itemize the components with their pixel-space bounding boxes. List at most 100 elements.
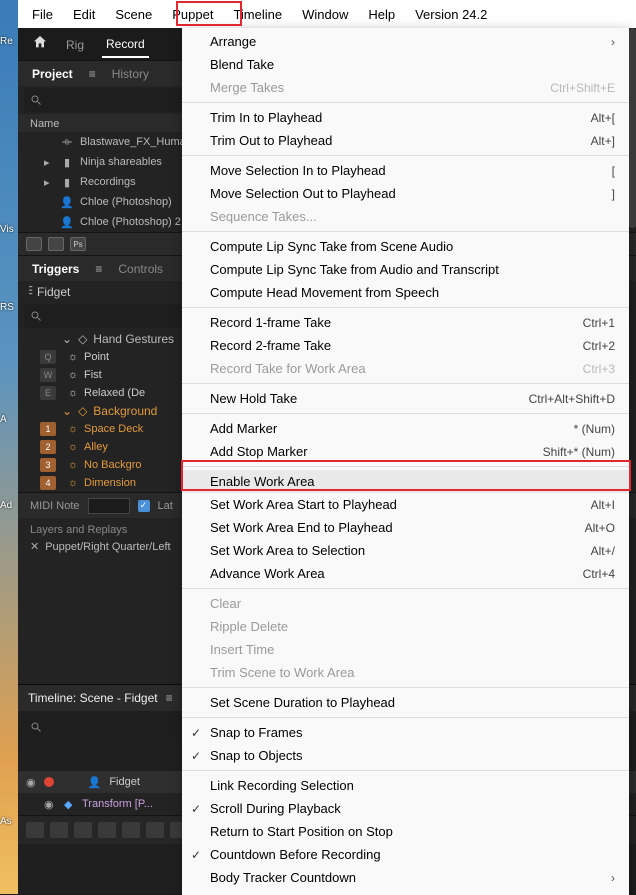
eye-icon[interactable] <box>26 822 44 838</box>
timer-icon[interactable] <box>74 822 92 838</box>
menu-item-label: Set Work Area End to Playhead <box>210 520 585 535</box>
dropdown-scrollbar[interactable] <box>629 28 636 228</box>
panel-menu-icon[interactable]: ≡ <box>89 67 96 81</box>
menu-item-clear: Clear <box>182 592 629 615</box>
home-icon[interactable] <box>32 34 48 55</box>
menu-item-compute-head-movement-from-speech[interactable]: Compute Head Movement from Speech <box>182 281 629 304</box>
menu-item-add-stop-marker[interactable]: Add Stop MarkerShift+* (Num) <box>182 440 629 463</box>
panel-menu-icon[interactable]: ≡ <box>166 691 173 705</box>
menu-item-compute-lip-sync-take-from-scene-audio[interactable]: Compute Lip Sync Take from Scene Audio <box>182 235 629 258</box>
menu-item-add-marker[interactable]: Add Marker* (Num) <box>182 417 629 440</box>
trigger-icon: ☼ <box>66 387 80 399</box>
menu-puppet[interactable]: Puppet <box>162 3 223 26</box>
controls-tab[interactable]: Controls <box>118 262 163 276</box>
menu-item-arrange[interactable]: Arrange› <box>182 30 629 53</box>
submenu-arrow-icon: › <box>611 871 615 885</box>
frame-icon[interactable] <box>48 237 64 251</box>
menu-item-blend-take[interactable]: Blend Take <box>182 53 629 76</box>
menu-separator <box>182 717 629 718</box>
menu-item-label: Return to Start Position on Stop <box>210 824 615 839</box>
menu-item-countdown-before-recording[interactable]: Countdown Before Recording <box>182 843 629 866</box>
menu-item-label: Snap to Frames <box>210 725 615 740</box>
swap-icon[interactable]: ⫶⫶⫶ <box>28 284 31 299</box>
puppet-icon: 👤 <box>60 216 74 229</box>
disclosure-icon[interactable]: ▸ <box>44 156 54 169</box>
menu-item-set-work-area-end-to-playhead[interactable]: Set Work Area End to PlayheadAlt+O <box>182 516 629 539</box>
triggers-tab[interactable]: Triggers <box>32 262 79 276</box>
menu-file[interactable]: File <box>22 3 63 26</box>
close-icon[interactable]: ✕ <box>30 540 39 553</box>
menu-edit[interactable]: Edit <box>63 3 105 26</box>
menu-item-compute-lip-sync-take-from-audio-and-transcript[interactable]: Compute Lip Sync Take from Audio and Tra… <box>182 258 629 281</box>
disclosure-icon[interactable]: ▸ <box>44 176 54 189</box>
trigger-key[interactable]: 1 <box>40 422 56 436</box>
group-icon: ◇ <box>78 332 87 346</box>
menu-item-label: Merge Takes <box>210 80 550 95</box>
menu-item-move-selection-out-to-playhead[interactable]: Move Selection Out to Playhead] <box>182 182 629 205</box>
project-tab[interactable]: Project <box>32 67 73 81</box>
menu-item-set-work-area-to-selection[interactable]: Set Work Area to SelectionAlt+/ <box>182 539 629 562</box>
history-tab[interactable]: History <box>112 67 149 81</box>
record-arm-icon[interactable] <box>44 777 54 787</box>
film-icon[interactable] <box>26 237 42 251</box>
trigger-label: No Backgro <box>84 459 141 471</box>
menu-window[interactable]: Window <box>292 3 358 26</box>
menu-item-snap-to-frames[interactable]: Snap to Frames <box>182 721 629 744</box>
mode-tab-rig[interactable]: Rig <box>62 32 88 57</box>
tool-icon[interactable] <box>146 822 164 838</box>
menu-item-label: Clear <box>210 596 615 611</box>
menu-item-record-take-for-work-area: Record Take for Work AreaCtrl+3 <box>182 357 629 380</box>
chevron-down-icon[interactable]: ⌄ <box>62 404 72 418</box>
blend-icon[interactable] <box>50 822 68 838</box>
menu-help[interactable]: Help <box>358 3 405 26</box>
menu-shortcut: Alt+I <box>591 498 615 512</box>
menu-separator <box>182 307 629 308</box>
menu-item-return-to-start-position-on-stop[interactable]: Return to Start Position on Stop <box>182 820 629 843</box>
trigger-key[interactable]: W <box>40 368 56 382</box>
menu-timeline[interactable]: Timeline <box>223 3 292 26</box>
tool-icon[interactable] <box>122 822 140 838</box>
menu-separator <box>182 687 629 688</box>
menu-scene[interactable]: Scene <box>105 3 162 26</box>
menu-item-label: Set Work Area Start to Playhead <box>210 497 591 512</box>
menu-item-move-selection-in-to-playhead[interactable]: Move Selection In to Playhead[ <box>182 159 629 182</box>
menu-shortcut: ] <box>612 187 615 201</box>
trigger-key[interactable]: 3 <box>40 458 56 472</box>
menu-item-link-recording-selection[interactable]: Link Recording Selection <box>182 774 629 797</box>
visibility-icon[interactable]: ◉ <box>44 798 54 811</box>
menu-item-record-2-frame-take[interactable]: Record 2-frame TakeCtrl+2 <box>182 334 629 357</box>
menu-item-set-work-area-start-to-playhead[interactable]: Set Work Area Start to PlayheadAlt+I <box>182 493 629 516</box>
Ps-icon[interactable]: Ps <box>70 237 86 251</box>
menu-item-label: Add Marker <box>210 421 574 436</box>
midi-slot[interactable] <box>88 498 130 514</box>
trigger-key[interactable]: E <box>40 386 56 400</box>
menu-item-trim-in-to-playhead[interactable]: Trim In to PlayheadAlt+[ <box>182 106 629 129</box>
menu-item-set-scene-duration-to-playhead[interactable]: Set Scene Duration to Playhead <box>182 691 629 714</box>
subtrack-label: Transform [P... <box>82 798 153 810</box>
trigger-key[interactable]: Q <box>40 350 56 364</box>
menu-item-trim-out-to-playhead[interactable]: Trim Out to PlayheadAlt+] <box>182 129 629 152</box>
desktop-icon-label: Re <box>0 36 13 47</box>
menu-item-snap-to-objects[interactable]: Snap to Objects <box>182 744 629 767</box>
menu-item-enable-work-area[interactable]: Enable Work Area <box>182 470 629 493</box>
trigger-label: Alley <box>84 441 108 453</box>
chart-icon[interactable] <box>98 822 116 838</box>
chevron-down-icon[interactable]: ⌄ <box>62 332 72 346</box>
menu-version-24-2[interactable]: Version 24.2 <box>405 3 497 26</box>
menu-item-advance-work-area[interactable]: Advance Work AreaCtrl+4 <box>182 562 629 585</box>
trigger-label: Space Deck <box>84 423 143 435</box>
search-icon <box>30 310 42 322</box>
menu-item-new-hold-take[interactable]: New Hold TakeCtrl+Alt+Shift+D <box>182 387 629 410</box>
menu-item-label: Link Recording Selection <box>210 778 615 793</box>
menu-item-label: Set Work Area to Selection <box>210 543 591 558</box>
latch-checkbox[interactable]: ✓ <box>138 500 150 512</box>
trigger-key[interactable]: 2 <box>40 440 56 454</box>
mode-tab-record[interactable]: Record <box>102 31 149 58</box>
keyframe-icon[interactable]: ◆ <box>64 798 72 811</box>
menu-item-scroll-during-playback[interactable]: Scroll During Playback <box>182 797 629 820</box>
menu-item-record-1-frame-take[interactable]: Record 1-frame TakeCtrl+1 <box>182 311 629 334</box>
menu-item-body-tracker-countdown[interactable]: Body Tracker Countdown› <box>182 866 629 889</box>
trigger-key[interactable]: 4 <box>40 476 56 490</box>
panel-menu-icon[interactable]: ≡ <box>95 262 102 276</box>
visibility-icon[interactable]: ◉ <box>26 776 36 789</box>
